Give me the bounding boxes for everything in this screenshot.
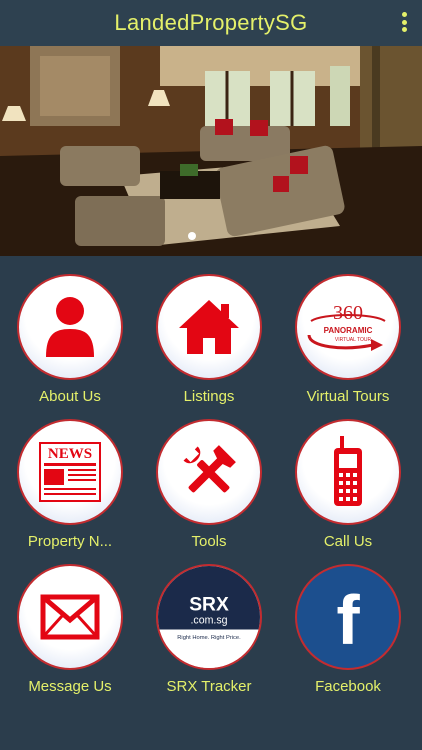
about-us-circle (17, 274, 123, 380)
message-us-circle (17, 564, 123, 670)
property-news-circle: NEWS (17, 419, 123, 525)
property-news-button[interactable]: NEWS Property N... (0, 419, 140, 559)
facebook-label: Facebook (315, 678, 381, 695)
hero-carousel-image[interactable] (0, 46, 422, 256)
svg-text:NEWS: NEWS (48, 446, 92, 462)
svg-text:PANORAMIC: PANORAMIC (324, 326, 373, 335)
person-icon (46, 297, 94, 357)
virtual-tours-label: Virtual Tours (306, 388, 390, 405)
svg-text:SRX: SRX (189, 594, 229, 615)
tools-circle (156, 419, 262, 525)
facebook-circle: f (295, 564, 401, 670)
srx-tracker-button[interactable]: SRX .com.sg Right Home. Right Price. SRX… (139, 564, 279, 704)
app-title: LandedPropertySG (114, 10, 308, 35)
svg-text:.com.sg: .com.sg (190, 615, 227, 627)
message-us-label: Message Us (28, 678, 112, 695)
more-vertical-icon[interactable] (396, 9, 412, 35)
listings-label: Listings (183, 388, 235, 405)
carousel-page-indicator[interactable] (188, 232, 196, 240)
srx-tracker-label: SRX Tracker (166, 678, 252, 695)
tools-label: Tools (191, 533, 227, 550)
newspaper-icon: NEWS (39, 442, 101, 502)
svg-text:360: 360 (333, 302, 363, 324)
srx-logo: SRX .com.sg Right Home. Right Price. (158, 566, 260, 668)
listings-button[interactable]: Listings (139, 274, 279, 414)
call-us-circle (295, 419, 401, 525)
tools-icon (183, 445, 236, 493)
mobile-phone-icon (334, 436, 362, 506)
svg-text:Right Home. Right Price.: Right Home. Right Price. (177, 635, 241, 641)
call-us-label: Call Us (323, 533, 373, 550)
svg-text:VIRTUAL TOUR: VIRTUAL TOUR (335, 337, 372, 343)
facebook-icon: f (336, 582, 360, 652)
srx-tracker-circle: SRX .com.sg Right Home. Right Price. (156, 564, 262, 670)
app-header: LandedPropertySG (0, 0, 422, 46)
virtual-tours-circle: 360 PANORAMIC VIRTUAL TOUR (295, 274, 401, 380)
envelope-icon (40, 594, 100, 640)
virtual-tours-button[interactable]: 360 PANORAMIC VIRTUAL TOUR Virtual Tours (278, 274, 418, 414)
svg-text:f: f (336, 582, 360, 652)
home-icon (179, 300, 239, 354)
panoramic-360-icon: 360 PANORAMIC VIRTUAL TOUR (307, 302, 386, 351)
message-us-button[interactable]: Message Us (0, 564, 140, 704)
tools-button[interactable]: Tools (139, 419, 279, 559)
about-us-label: About Us (39, 388, 101, 405)
call-us-button[interactable]: Call Us (278, 419, 418, 559)
property-news-label: Property N... (27, 533, 113, 550)
about-us-button[interactable]: About Us (0, 274, 140, 414)
listings-circle (156, 274, 262, 380)
facebook-button[interactable]: f Facebook (278, 564, 418, 704)
